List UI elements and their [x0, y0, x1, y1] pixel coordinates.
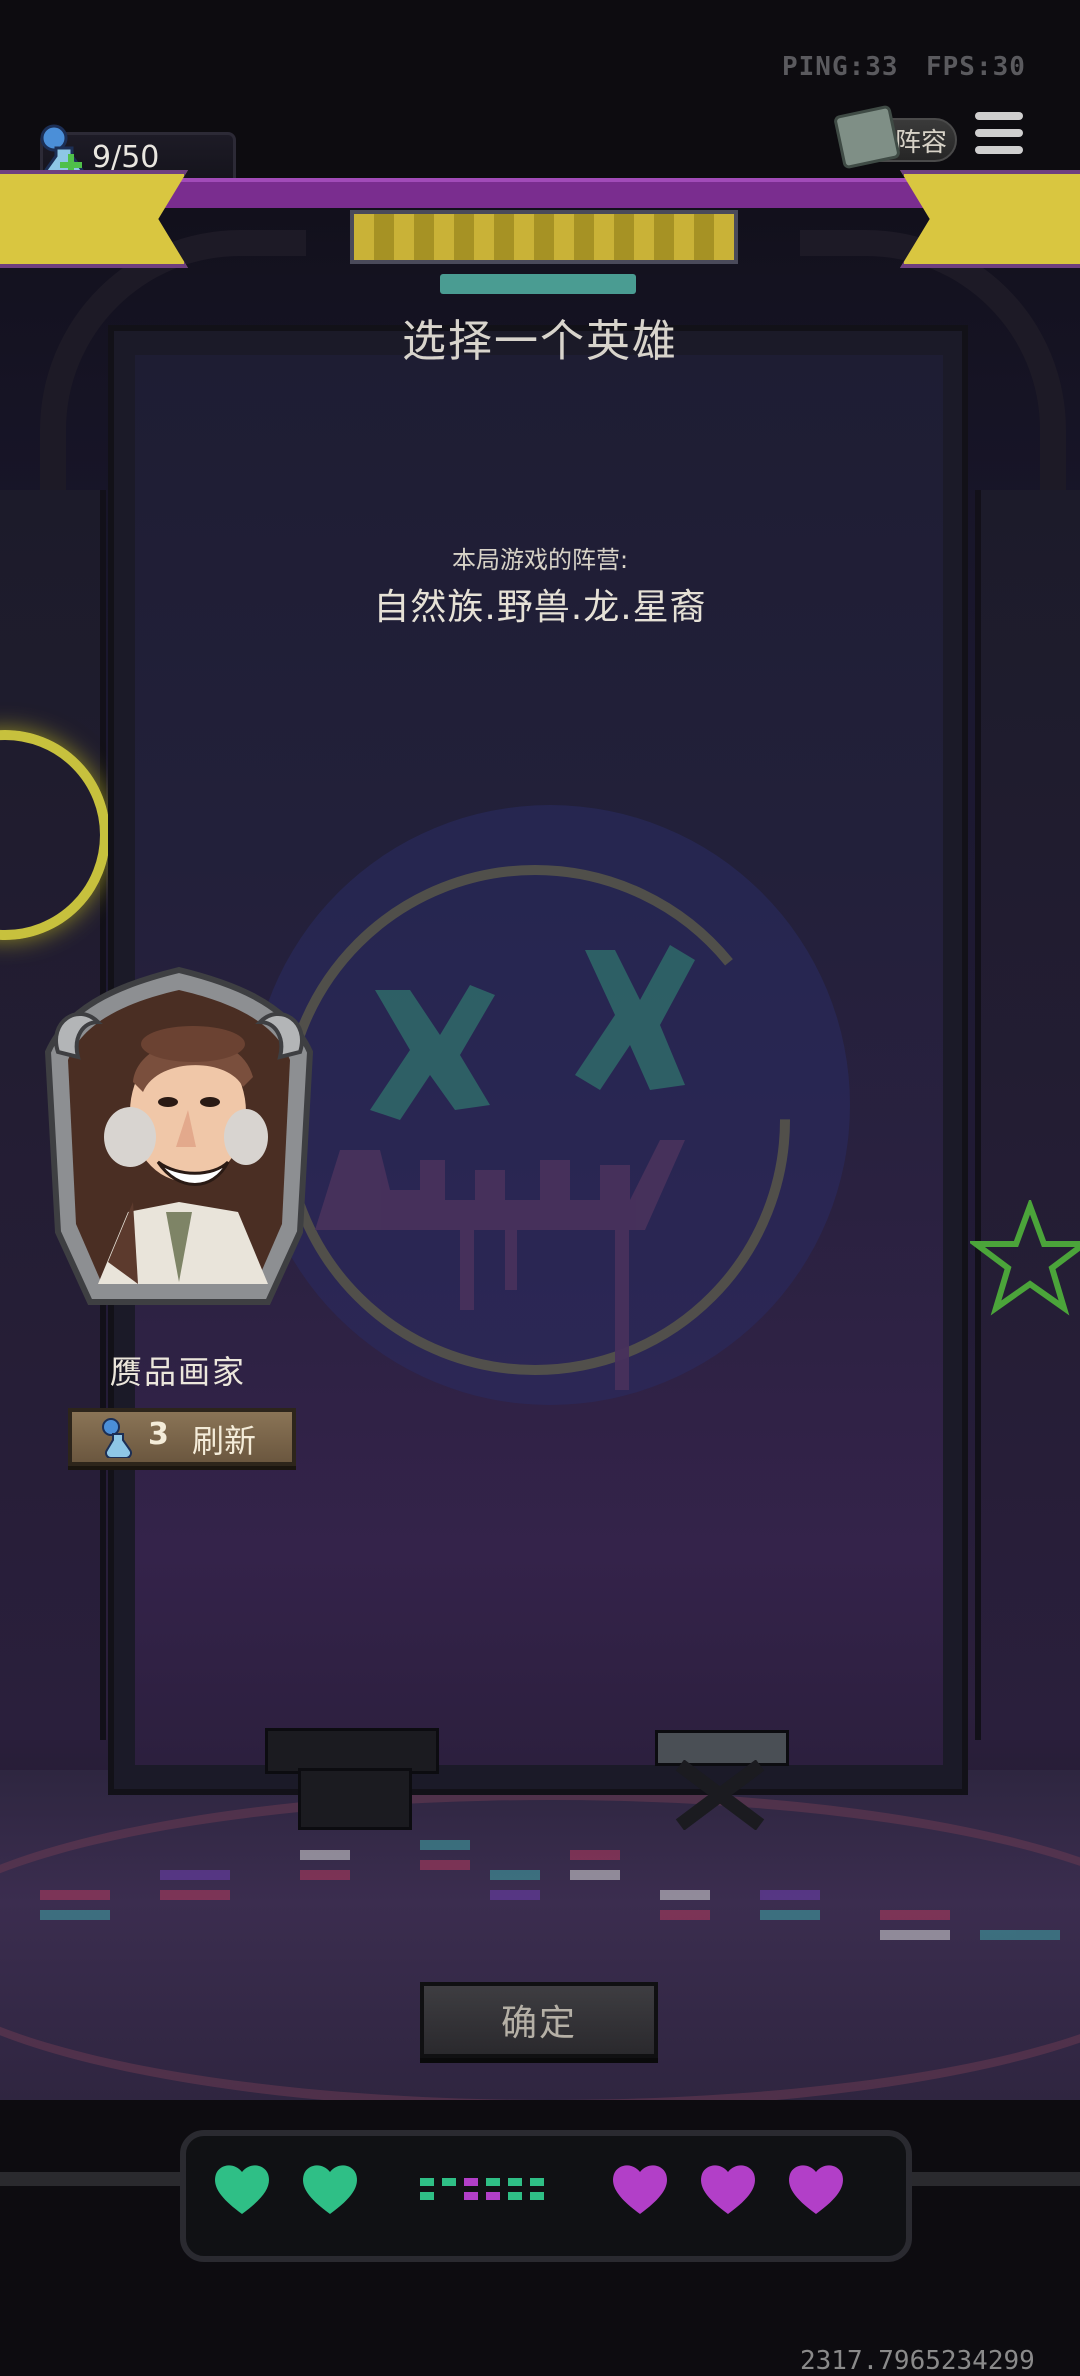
- hero-pedestal-2-stand: [675, 1760, 765, 1830]
- smiley-graffiti-decoration: [245, 800, 855, 1410]
- faction-value: 自然族.野兽.龙.星裔: [373, 587, 707, 628]
- ping-readout: PING:33: [782, 52, 899, 82]
- stage-beam: [150, 178, 930, 208]
- fps-readout: FPS:30: [926, 52, 1026, 82]
- stage-marquee-light: [440, 274, 636, 294]
- gold-potion-icon: [98, 1416, 138, 1459]
- green-heart-icon: [215, 2165, 269, 2214]
- debug-coordinates: 2317.7965234299: [800, 2346, 1035, 2376]
- banner-right: [900, 170, 1080, 268]
- green-heart-icon: [303, 2165, 357, 2214]
- banner-left: [0, 170, 188, 268]
- hero-card[interactable]: [38, 962, 320, 1332]
- refresh-label: 刷新: [192, 1422, 257, 1460]
- neon-star-decoration: [967, 1197, 1080, 1320]
- confirm-button[interactable]: 确定: [420, 1982, 658, 2058]
- panel-title: 选择一个英雄: [402, 316, 678, 367]
- lives-indicator: [210, 2160, 870, 2220]
- hero-name: 赝品画家: [109, 1353, 246, 1391]
- refresh-cost: 3: [148, 1417, 169, 1452]
- menu-icon[interactable]: [975, 112, 1025, 158]
- purple-heart-icon: [789, 2165, 843, 2214]
- purple-heart-icon: [701, 2165, 755, 2214]
- lineup-label: 阵容: [894, 127, 947, 158]
- purple-heart-icon: [613, 2165, 667, 2214]
- stage-marquee: [350, 210, 738, 264]
- hero-pedestal-1-base: [298, 1768, 412, 1830]
- side-pillar-right: [975, 490, 1080, 1740]
- faction-label: 本局游戏的阵营:: [451, 546, 629, 574]
- versus-dots-icon: [420, 2178, 560, 2208]
- confirm-label: 确定: [500, 2003, 577, 2044]
- game-screen: PING:33 FPS:30 9/50 阵容 选择一个英雄 本局游戏的阵营: 自…: [0, 0, 1080, 2376]
- gold-value: 9/50: [92, 140, 160, 175]
